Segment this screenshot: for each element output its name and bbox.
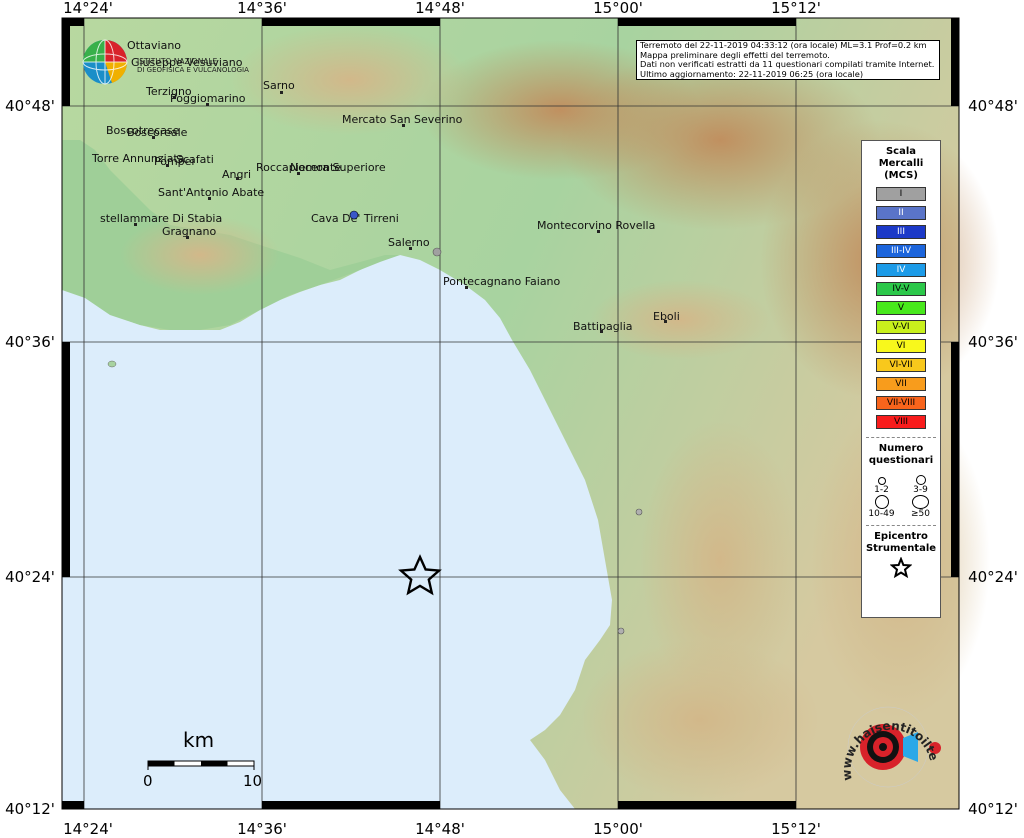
logo-line1: ISTITUTO NAZIONALE <box>137 57 218 66</box>
circle-icon <box>877 477 886 485</box>
q-title-line: questionari <box>868 455 934 466</box>
lon-ticks-bottom: 14°24' 14°36' 14°48' 15°00' 15°12' <box>63 820 821 838</box>
lat-tick: 40°48' <box>5 97 55 115</box>
mcs-level: IV <box>876 263 926 277</box>
logo-line2: DI GEOFISICA E VULCANOLOGIA <box>137 66 249 74</box>
q-class: 10-49 <box>862 495 901 519</box>
mcs-level: II <box>876 206 926 220</box>
mcs-title: Scala Mercalli (MCS) <box>862 146 940 182</box>
intensity-point <box>617 627 625 635</box>
mcs-level: IV-V <box>876 282 926 296</box>
epicenter-title: Epicentro Strumentale <box>862 531 940 555</box>
town-label: Nocera Superiore <box>290 161 386 174</box>
mcs-title-line: Scala <box>885 146 917 157</box>
lat-tick: 40°36' <box>5 333 55 351</box>
mcs-level: VII-VIII <box>876 396 926 410</box>
lat-tick: 40°24' <box>968 568 1018 586</box>
mcs-level: III <box>876 225 926 239</box>
lat-tick: 40°12' <box>968 800 1018 818</box>
mcs-scale-list: I II III III-IV IV IV-V V V-VI VI VI-VII VII VII-VI… <box>862 187 940 429</box>
town-label: Pontecagnano Faiano <box>443 275 561 288</box>
lat-tick: 40°36' <box>968 333 1018 351</box>
circle-icon <box>874 495 889 509</box>
lon-tick: 14°24' <box>63 820 113 838</box>
town-label: Salerno <box>388 236 430 249</box>
lon-tick: 14°48' <box>415 0 465 17</box>
circle-icon <box>915 475 926 485</box>
lat-tick: 40°12' <box>5 800 55 818</box>
lat-tick: 40°24' <box>5 568 55 586</box>
mcs-level: VI-VII <box>876 358 926 372</box>
town-label: Ottaviano <box>127 39 181 52</box>
event-info-box: Terremoto del 22-11-2019 04:33:12 (ora l… <box>636 40 940 80</box>
scale-max: 10 <box>243 772 263 790</box>
q-class: ≥50 <box>901 495 940 519</box>
mcs-level: V-VI <box>876 320 926 334</box>
mcs-level: III-IV <box>876 244 926 258</box>
lon-tick: 14°36' <box>237 0 287 17</box>
q-class-label: ≥50 <box>911 509 930 519</box>
legend-divider <box>866 525 936 526</box>
q-class: 3-9 <box>901 471 940 495</box>
town-label: Sarno <box>263 79 295 92</box>
mcs-title-line: (MCS) <box>884 170 918 181</box>
q-title-line: Numero <box>878 443 924 454</box>
q-class-label: 10-49 <box>868 509 895 519</box>
ingv-logo-icon <box>82 39 128 85</box>
town-label: Scafati <box>176 153 214 166</box>
mcs-level: I <box>876 187 926 201</box>
lat-tick: 40°48' <box>968 97 1018 115</box>
legend-panel: Scala Mercalli (MCS) I II III III-IV IV IV-V V… <box>861 140 941 618</box>
islet <box>107 360 117 368</box>
info-line: Ultimo aggiornamento: 22-11-2019 06:25 (… <box>640 68 864 79</box>
mcs-level: VII <box>876 377 926 391</box>
star-icon <box>889 556 913 579</box>
q-class-label: 1-2 <box>874 485 889 495</box>
intensity-point <box>432 247 442 257</box>
lon-ticks-top: 14°24' 14°36' 14°48' 15°00' 15°12' <box>63 0 821 17</box>
questionnaire-classes: 1-2 3-9 10-49 ≥50 <box>862 471 940 519</box>
lon-tick: 14°24' <box>63 0 113 17</box>
q-class-label: 3-9 <box>913 485 928 495</box>
intensity-point <box>635 508 643 516</box>
town-label: stellammare Di Stabia <box>100 212 222 225</box>
intensity-point <box>349 210 359 220</box>
lon-tick: 14°48' <box>415 820 465 838</box>
epi-title-line: Strumentale <box>865 543 937 554</box>
lon-tick: 15°12' <box>771 0 821 17</box>
lon-tick: 14°36' <box>237 820 287 838</box>
lon-tick: 15°12' <box>771 820 821 838</box>
scale-min: 0 <box>143 772 153 790</box>
mcs-level: VI <box>876 339 926 353</box>
scale-unit: km <box>183 728 215 752</box>
lon-tick: 15°00' <box>593 820 643 838</box>
town-label: Boscoreale <box>127 126 188 139</box>
epi-title-line: Epicentro <box>874 531 928 542</box>
questionnaire-title: Numero questionari <box>862 443 940 467</box>
relief <box>580 640 820 800</box>
mcs-title-line: Mercalli <box>878 158 924 169</box>
lat-ticks-left: 40°48' 40°36' 40°24' 40°12' <box>5 97 55 818</box>
town-label: Montecorvino Rovella <box>537 219 655 232</box>
circle-icon <box>912 495 929 509</box>
town-label: Sant'Antonio Abate <box>158 186 264 199</box>
q-class: 1-2 <box>862 471 901 495</box>
legend-divider <box>866 437 936 438</box>
mcs-level: V <box>876 301 926 315</box>
lon-tick: 15°00' <box>593 0 643 17</box>
town-label: Gragnano <box>162 225 216 238</box>
mcs-level: VIII <box>876 415 926 429</box>
